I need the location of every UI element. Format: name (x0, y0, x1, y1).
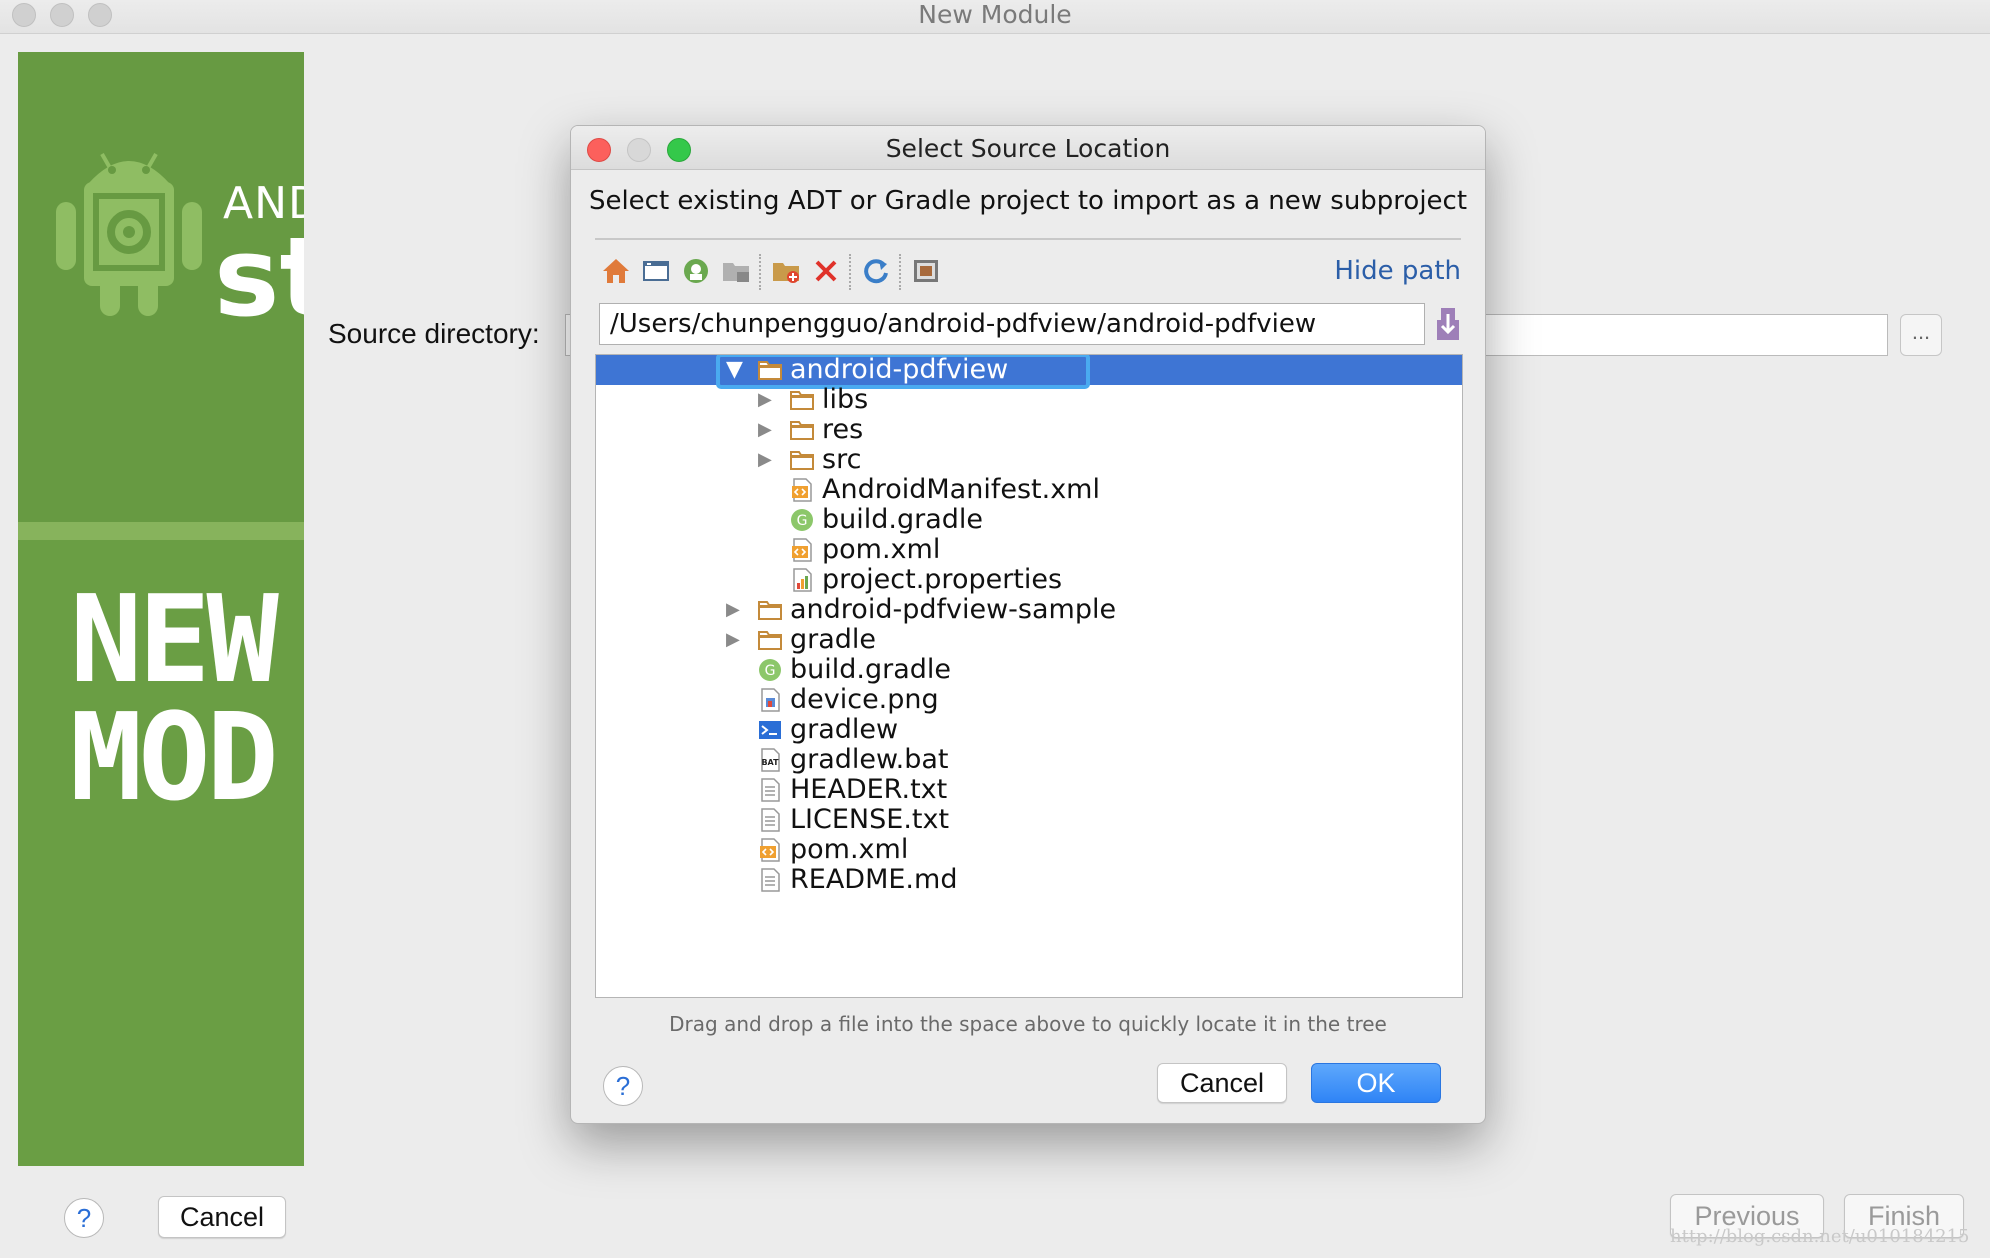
path-input[interactable]: /Users/chunpengguo/android-pdfview/andro… (599, 303, 1425, 345)
browse-button[interactable]: ... (1900, 314, 1942, 356)
tree-row[interactable]: gradlew (596, 715, 1462, 745)
tree-row-label: AndroidManifest.xml (822, 474, 1100, 505)
download-icon[interactable] (1433, 306, 1463, 342)
new-folder-icon[interactable] (771, 256, 801, 286)
text-file-icon (758, 808, 782, 832)
tree-row-label: project.properties (822, 564, 1063, 595)
expand-arrow-icon[interactable]: ▶ (758, 385, 772, 415)
tree-row[interactable]: LICENSE.txt (596, 805, 1462, 835)
file-tree[interactable]: ▼ android-pdfview ▶ libs ▶ res ▶ src AndroidMani… (595, 354, 1463, 998)
gradle-file-icon: G (790, 508, 814, 532)
tree-row[interactable]: ▶ libs (596, 385, 1462, 415)
svg-text:G: G (765, 663, 776, 679)
text-file-icon (758, 778, 782, 802)
tree-row-label: gradlew.bat (790, 744, 949, 775)
dialog-title: Select Source Location (885, 134, 1171, 163)
tree-row-label: README.md (790, 864, 958, 895)
divider (595, 238, 1461, 240)
tree-row[interactable]: ▶ android-pdfview-sample (596, 595, 1462, 625)
wizard-help-button[interactable]: ? (64, 1198, 104, 1238)
bat-file-icon: BAT (758, 748, 782, 772)
tree-row[interactable]: ▶ gradle (596, 625, 1462, 655)
folder-icon (790, 418, 814, 442)
tree-row[interactable]: HEADER.txt (596, 775, 1462, 805)
tree-row-label: build.gradle (790, 654, 952, 685)
file-chooser-toolbar: Hide path (601, 248, 1461, 296)
tree-row-label: res (822, 414, 864, 445)
tree-row[interactable]: README.md (596, 865, 1462, 895)
script-file-icon (758, 718, 782, 742)
tree-row[interactable]: device.png (596, 685, 1462, 715)
tree-row-label: android-pdfview-sample (790, 594, 1117, 625)
tree-row[interactable]: pom.xml (596, 535, 1462, 565)
drag-drop-hint: Drag and drop a file into the space abov… (669, 1012, 1387, 1036)
home-icon[interactable] (601, 256, 631, 286)
folder-icon (758, 598, 782, 622)
tree-row-label: build.gradle (822, 504, 984, 535)
tree-row[interactable]: Gbuild.gradle (596, 505, 1462, 535)
tree-row-label: HEADER.txt (790, 774, 948, 805)
dialog-help-button[interactable]: ? (603, 1066, 643, 1106)
expand-arrow-icon[interactable]: ▶ (726, 625, 740, 655)
source-directory-label: Source directory: (328, 318, 540, 349)
tree-row-label: pom.xml (790, 834, 909, 865)
desktop-icon[interactable] (641, 256, 671, 286)
gradle-file-icon: G (758, 658, 782, 682)
tree-row[interactable]: ▶ src (596, 445, 1462, 475)
tree-row-label: LICENSE.txt (790, 804, 950, 835)
hide-path-link[interactable]: Hide path (1334, 256, 1461, 286)
watermark-text: http://blog.csdn.net/u010184215 (1670, 1226, 1970, 1247)
tree-row-label: pom.xml (822, 534, 941, 565)
folder-icon (790, 448, 814, 472)
properties-file-icon (790, 568, 814, 592)
source-directory-input-tail[interactable] (1484, 314, 1888, 356)
tree-row-label: libs (822, 384, 869, 415)
expand-arrow-icon[interactable]: ▶ (758, 415, 772, 445)
tree-row-label: gradlew (790, 714, 899, 745)
ok-button[interactable]: OK (1311, 1063, 1441, 1103)
image-file-icon (758, 688, 782, 712)
delete-icon[interactable] (811, 256, 841, 286)
tree-row[interactable]: pom.xml (596, 835, 1462, 865)
show-hidden-icon[interactable] (911, 256, 941, 286)
tree-row-label: device.png (790, 684, 939, 715)
xml-file-icon (758, 838, 782, 862)
tree-row[interactable]: project.properties (596, 565, 1462, 595)
android-studio-logo-icon (56, 153, 202, 316)
refresh-icon[interactable] (861, 256, 891, 286)
dialog-titlebar: Select Source Location (571, 126, 1485, 170)
module-folder-icon[interactable] (721, 256, 751, 286)
banner-heading: NEW MOD (70, 571, 279, 828)
dialog-cancel-button[interactable]: Cancel (1157, 1063, 1287, 1103)
text-file-icon (758, 868, 782, 892)
svg-text:G: G (797, 513, 808, 529)
xml-file-icon (790, 538, 814, 562)
folder-icon (758, 628, 782, 652)
select-source-location-dialog: Select Source Location Select existing A… (570, 125, 1486, 1124)
tree-row[interactable]: ▶ res (596, 415, 1462, 445)
dialog-description: Select existing ADT or Gradle project to… (588, 186, 1468, 216)
xml-file-icon (790, 478, 814, 502)
window-title: New Module (918, 0, 1072, 29)
focus-ring (716, 355, 1090, 389)
wizard-banner: ANDR st NEW MOD (18, 52, 304, 1166)
tree-row[interactable]: BAT gradlew.bat (596, 745, 1462, 775)
tree-row[interactable]: Gbuild.gradle (596, 655, 1462, 685)
svg-text:BAT: BAT (761, 758, 779, 767)
tree-row-label: src (822, 444, 862, 475)
folder-icon (790, 388, 814, 412)
wizard-cancel-button[interactable]: Cancel (158, 1196, 286, 1238)
expand-arrow-icon[interactable]: ▶ (758, 445, 772, 475)
tree-row[interactable]: AndroidManifest.xml (596, 475, 1462, 505)
window-titlebar: New Module (0, 0, 1990, 34)
project-icon[interactable] (681, 256, 711, 286)
tree-row-label: gradle (790, 624, 877, 655)
expand-arrow-icon[interactable]: ▶ (726, 595, 740, 625)
brand-text-large: st (214, 213, 304, 341)
